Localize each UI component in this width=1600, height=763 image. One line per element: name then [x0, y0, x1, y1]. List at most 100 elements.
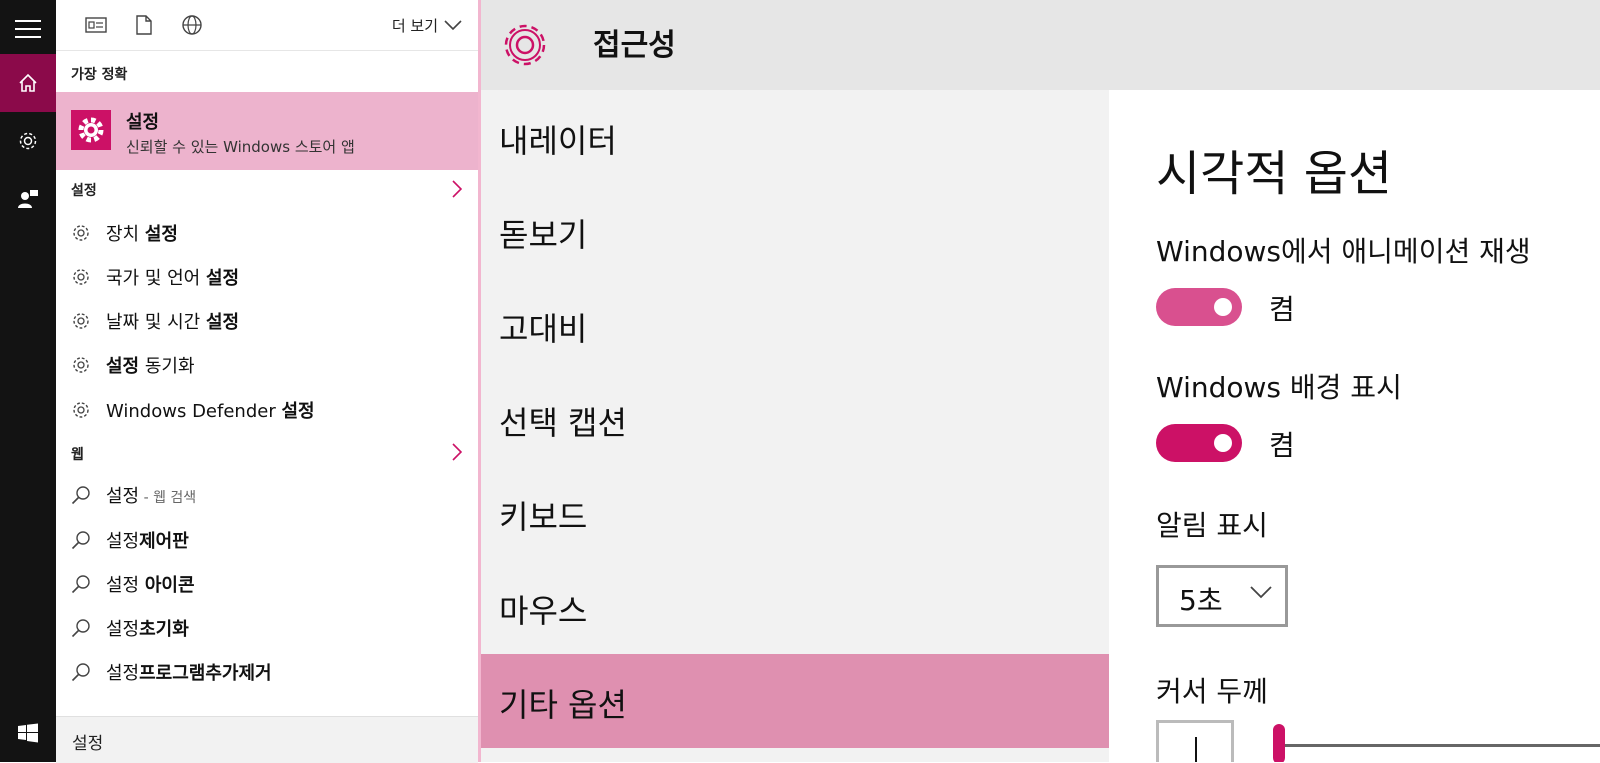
- settings-result-row[interactable]: 국가 및 언어 설정: [56, 255, 478, 299]
- gear-icon: [78, 117, 104, 143]
- gear-icon: [504, 24, 546, 66]
- nav-item-keyboard[interactable]: 키보드: [481, 466, 1109, 560]
- gear-icon: [73, 269, 89, 285]
- settings-header: 접근성: [481, 0, 1600, 90]
- more-filters-dropdown[interactable]: 더 보기: [392, 12, 462, 38]
- cursor-thickness-slider-track[interactable]: [1277, 744, 1600, 747]
- nav-item-closed-captions[interactable]: 선택 캡션: [481, 372, 1109, 466]
- notification-duration-value: 5초: [1179, 584, 1223, 617]
- section-heading: 시각적 옵션: [1156, 146, 1393, 202]
- nav-item-label: 키보드: [499, 498, 588, 536]
- background-toggle-state: 켬: [1269, 429, 1295, 462]
- apps-filter-icon: [85, 17, 107, 33]
- settings-app-icon: [71, 110, 111, 150]
- nav-item-label: 내레이터: [499, 122, 617, 160]
- nav-item-other-options[interactable]: 기타 옵션: [481, 654, 1109, 748]
- best-match-result[interactable]: 설정 신뢰할 수 있는 Windows 스토어 앱: [56, 92, 478, 170]
- web-section-expand[interactable]: [452, 443, 463, 465]
- result-label: 설정 동기화: [106, 356, 195, 377]
- feedback-button[interactable]: [0, 170, 56, 228]
- search-icon: [71, 575, 90, 594]
- gear-icon: [73, 313, 89, 329]
- feedback-icon: [18, 190, 38, 208]
- settings-content: 시각적 옵션 Windows에서 애니메이션 재생 켬 Windows 배경 표…: [1109, 90, 1600, 762]
- search-filter-bar: 더 보기: [56, 0, 478, 51]
- settings-section-expand[interactable]: [452, 180, 463, 202]
- nav-item-mouse[interactable]: 마우스: [481, 560, 1109, 654]
- animation-label: Windows에서 애니메이션 재생: [1156, 235, 1531, 268]
- more-filters-label: 더 보기: [391, 16, 438, 35]
- hamburger-menu-icon: [15, 20, 41, 38]
- filter-web-button[interactable]: [180, 13, 204, 37]
- filter-documents-button[interactable]: [132, 13, 156, 37]
- settings-nav: 내레이터 돋보기 고대비 선택 캡션 키보드 마우스 기타 옵션: [481, 90, 1109, 762]
- hamburger-menu-button[interactable]: [0, 0, 56, 58]
- web-result-row[interactable]: 설정제어판: [56, 518, 478, 562]
- chevron-right-icon: [452, 443, 463, 461]
- windows-start-button[interactable]: [0, 704, 56, 762]
- document-icon: [136, 15, 152, 35]
- gear-icon: [73, 225, 89, 241]
- web-section-header: 웹: [71, 447, 84, 463]
- nav-item-label: 기타 옵션: [499, 686, 627, 724]
- toggle-knob: [1214, 298, 1232, 316]
- home-icon: [19, 73, 37, 92]
- nav-item-high-contrast[interactable]: 고대비: [481, 278, 1109, 372]
- cursor-preview: [1156, 720, 1234, 762]
- home-button[interactable]: [0, 54, 56, 112]
- background-label: Windows 배경 표시: [1156, 371, 1402, 404]
- gear-icon: [73, 357, 89, 373]
- nav-item-narrator[interactable]: 내레이터: [481, 90, 1109, 184]
- page-title: 접근성: [593, 28, 676, 63]
- settings-result-row[interactable]: 장치 설정: [56, 211, 478, 255]
- result-label: 국가 및 언어 설정: [106, 268, 240, 289]
- notification-duration-select[interactable]: 5초: [1156, 565, 1288, 627]
- animation-toggle-state: 켬: [1269, 293, 1295, 326]
- chevron-down-icon: [444, 20, 462, 31]
- web-result-row[interactable]: 설정초기화: [56, 606, 478, 650]
- result-label: 날짜 및 시간 설정: [106, 312, 240, 333]
- settings-button[interactable]: [0, 112, 56, 170]
- result-label: 설정 - 웹 검색: [106, 486, 197, 507]
- web-result-row[interactable]: 설정 - 웹 검색: [56, 473, 478, 517]
- chevron-down-icon: [1250, 586, 1272, 599]
- best-match-subtitle: 신뢰할 수 있는 Windows 스토어 앱: [126, 138, 355, 156]
- background-toggle[interactable]: [1156, 424, 1242, 462]
- result-label: 설정프로그램추가제거: [106, 663, 272, 684]
- settings-result-row[interactable]: Windows Defender 설정: [56, 388, 478, 432]
- toggle-knob: [1214, 434, 1232, 452]
- nav-item-label: 돋보기: [499, 216, 588, 254]
- result-label: 장치 설정: [106, 224, 178, 245]
- gear-icon: [19, 132, 37, 150]
- cursor-thickness-slider-thumb[interactable]: [1273, 724, 1285, 762]
- windows-start-icon: [18, 723, 38, 743]
- search-icon: [71, 619, 90, 638]
- result-label: 설정초기화: [106, 619, 189, 640]
- search-icon: [71, 663, 90, 682]
- web-result-row[interactable]: 설정프로그램추가제거: [56, 650, 478, 694]
- taskbar-rail: [0, 0, 56, 762]
- chevron-right-icon: [452, 180, 463, 198]
- settings-result-row[interactable]: 날짜 및 시간 설정: [56, 299, 478, 343]
- settings-section-header: 설정: [71, 183, 97, 199]
- settings-result-row[interactable]: 설정 동기화: [56, 343, 478, 387]
- globe-icon: [182, 15, 202, 35]
- search-icon: [71, 531, 90, 550]
- search-input[interactable]: [70, 727, 464, 755]
- nav-item-label: 마우스: [499, 592, 588, 630]
- search-results-panel: 더 보기 가장 정확 설정 신뢰할 수 있는 Windows 스토어 앱 설정 …: [56, 0, 478, 763]
- result-label: Windows Defender 설정: [106, 401, 315, 422]
- search-icon: [71, 486, 90, 505]
- cursor-thickness-label: 커서 두께: [1156, 675, 1268, 708]
- gear-icon: [73, 402, 89, 418]
- result-label: 설정제어판: [106, 531, 189, 552]
- filter-apps-button[interactable]: [84, 13, 108, 37]
- nav-item-label: 선택 캡션: [499, 404, 627, 442]
- web-result-row[interactable]: 설정 아이콘: [56, 562, 478, 606]
- animation-toggle[interactable]: [1156, 288, 1242, 326]
- cursor-preview-bar: [1195, 737, 1197, 762]
- nav-item-label: 고대비: [499, 310, 588, 348]
- result-label: 설정 아이콘: [106, 575, 195, 596]
- search-box: [56, 716, 478, 763]
- nav-item-magnifier[interactable]: 돋보기: [481, 184, 1109, 278]
